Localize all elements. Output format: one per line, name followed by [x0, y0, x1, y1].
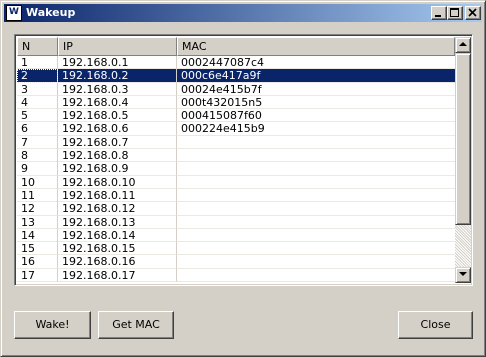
cell-ip: 192.168.0.2 — [58, 69, 177, 83]
host-list[interactable]: N IP MAC 1 192.168.0.1 0002447087c4 2 192.16… — [14, 34, 473, 286]
cell-n: 1 — [17, 56, 58, 70]
cell-mac — [177, 176, 455, 189]
table-row[interactable]: 1 192.168.0.1 0002447087c4 — [17, 56, 455, 70]
cell-mac: 0002447087c4 — [177, 56, 455, 70]
table-row[interactable]: 16 192.168.0.16 — [17, 255, 455, 269]
cell-ip: 192.168.0.12 — [58, 202, 177, 216]
app-icon: W — [6, 5, 22, 21]
table-row[interactable]: 14 192.168.0.14 — [17, 228, 455, 243]
cell-n: 14 — [17, 228, 58, 243]
close-icon — [468, 8, 477, 17]
cell-n: 6 — [17, 122, 58, 136]
cell-n: 3 — [17, 82, 58, 96]
cell-n: 15 — [17, 242, 58, 256]
cell-mac — [177, 162, 455, 176]
cell-mac: 000415087f60 — [177, 109, 455, 123]
cell-n: 11 — [17, 188, 58, 203]
cell-mac — [177, 189, 455, 203]
scroll-thumb[interactable] — [455, 53, 471, 225]
cell-mac — [177, 255, 455, 269]
maximize-icon — [450, 8, 459, 17]
cell-ip: 192.168.0.9 — [58, 162, 177, 176]
cell-ip: 192.168.0.6 — [58, 122, 177, 136]
minimize-button[interactable] — [431, 6, 447, 20]
table-row[interactable]: 9 192.168.0.9 — [17, 162, 455, 176]
cell-mac: 000c6e417a9f — [177, 69, 455, 83]
cell-mac — [177, 136, 455, 150]
cell-ip: 192.168.0.4 — [58, 95, 177, 110]
table-row[interactable]: 2 192.168.0.2 000c6e417a9f — [17, 69, 455, 83]
table-row[interactable]: 8 192.168.0.8 — [17, 149, 455, 163]
cell-ip: 192.168.0.8 — [58, 149, 177, 163]
cell-ip: 192.168.0.13 — [58, 215, 177, 229]
table-row[interactable]: 10 192.168.0.10 — [17, 175, 455, 189]
table-row[interactable]: 7 192.168.0.7 — [17, 135, 455, 150]
list-rows: 1 192.168.0.1 0002447087c4 2 192.168.0.2 000c… — [17, 56, 455, 283]
table-row[interactable]: 12 192.168.0.12 — [17, 202, 455, 216]
maximize-button[interactable] — [447, 6, 463, 20]
cell-mac — [177, 269, 455, 283]
cell-ip: 192.168.0.17 — [58, 268, 177, 283]
cell-n: 12 — [17, 202, 58, 216]
cell-ip: 192.168.0.15 — [58, 242, 177, 256]
arrow-down-icon — [459, 272, 467, 276]
cell-ip: 192.168.0.11 — [58, 188, 177, 203]
wakeup-window: W Wakeup N IP MAC 1 192.168.0.1 0002447087… — [0, 0, 486, 357]
table-row[interactable]: 5 192.168.0.5 000415087f60 — [17, 109, 455, 123]
table-row[interactable]: 3 192.168.0.3 00024e415b7f — [17, 82, 455, 96]
cell-mac: 000t432015n5 — [177, 96, 455, 110]
cell-mac: 000224e415b9 — [177, 122, 455, 136]
get-mac-button[interactable]: Get MAC — [98, 311, 174, 339]
column-header-ip[interactable]: IP — [58, 37, 177, 56]
table-row[interactable]: 6 192.168.0.6 000224e415b9 — [17, 122, 455, 136]
close-window-button[interactable] — [465, 6, 481, 20]
cell-n: 17 — [17, 268, 58, 283]
table-row[interactable]: 11 192.168.0.11 — [17, 188, 455, 203]
scroll-down-button[interactable] — [455, 267, 471, 283]
table-row[interactable]: 4 192.168.0.4 000t432015n5 — [17, 95, 455, 110]
scroll-up-button[interactable] — [455, 37, 471, 53]
cell-n: 8 — [17, 149, 58, 163]
cell-n: 4 — [17, 95, 58, 110]
minimize-icon — [435, 15, 441, 17]
cell-mac — [177, 216, 455, 229]
cell-mac — [177, 149, 455, 163]
wake-button[interactable]: Wake! — [14, 311, 91, 339]
cell-n: 10 — [17, 175, 58, 189]
cell-mac — [177, 202, 455, 216]
close-button[interactable]: Close — [398, 311, 473, 339]
cell-ip: 192.168.0.5 — [58, 109, 177, 123]
arrow-up-icon — [459, 42, 467, 46]
cell-ip: 192.168.0.7 — [58, 135, 177, 150]
cell-mac — [177, 242, 455, 256]
vertical-scrollbar[interactable] — [455, 37, 471, 283]
cell-ip: 192.168.0.3 — [58, 82, 177, 96]
cell-n: 9 — [17, 162, 58, 176]
cell-n: 7 — [17, 135, 58, 150]
title-bar[interactable]: W Wakeup — [4, 4, 482, 22]
table-row[interactable]: 15 192.168.0.15 — [17, 242, 455, 256]
cell-n: 5 — [17, 109, 58, 123]
column-header-n[interactable]: N — [17, 37, 58, 56]
window-title: Wakeup — [26, 6, 76, 19]
cell-n: 16 — [17, 255, 58, 269]
cell-ip: 192.168.0.14 — [58, 228, 177, 243]
cell-mac: 00024e415b7f — [177, 83, 455, 96]
cell-ip: 192.168.0.16 — [58, 255, 177, 269]
list-header: N IP MAC — [17, 37, 455, 56]
cell-ip: 192.168.0.1 — [58, 56, 177, 70]
table-row[interactable]: 13 192.168.0.13 — [17, 215, 455, 229]
column-header-mac[interactable]: MAC — [177, 37, 455, 56]
cell-mac — [177, 229, 455, 243]
cell-n: 2 — [17, 69, 58, 83]
cell-ip: 192.168.0.10 — [58, 175, 177, 189]
cell-n: 13 — [17, 215, 58, 229]
table-row[interactable]: 17 192.168.0.17 — [17, 268, 455, 283]
